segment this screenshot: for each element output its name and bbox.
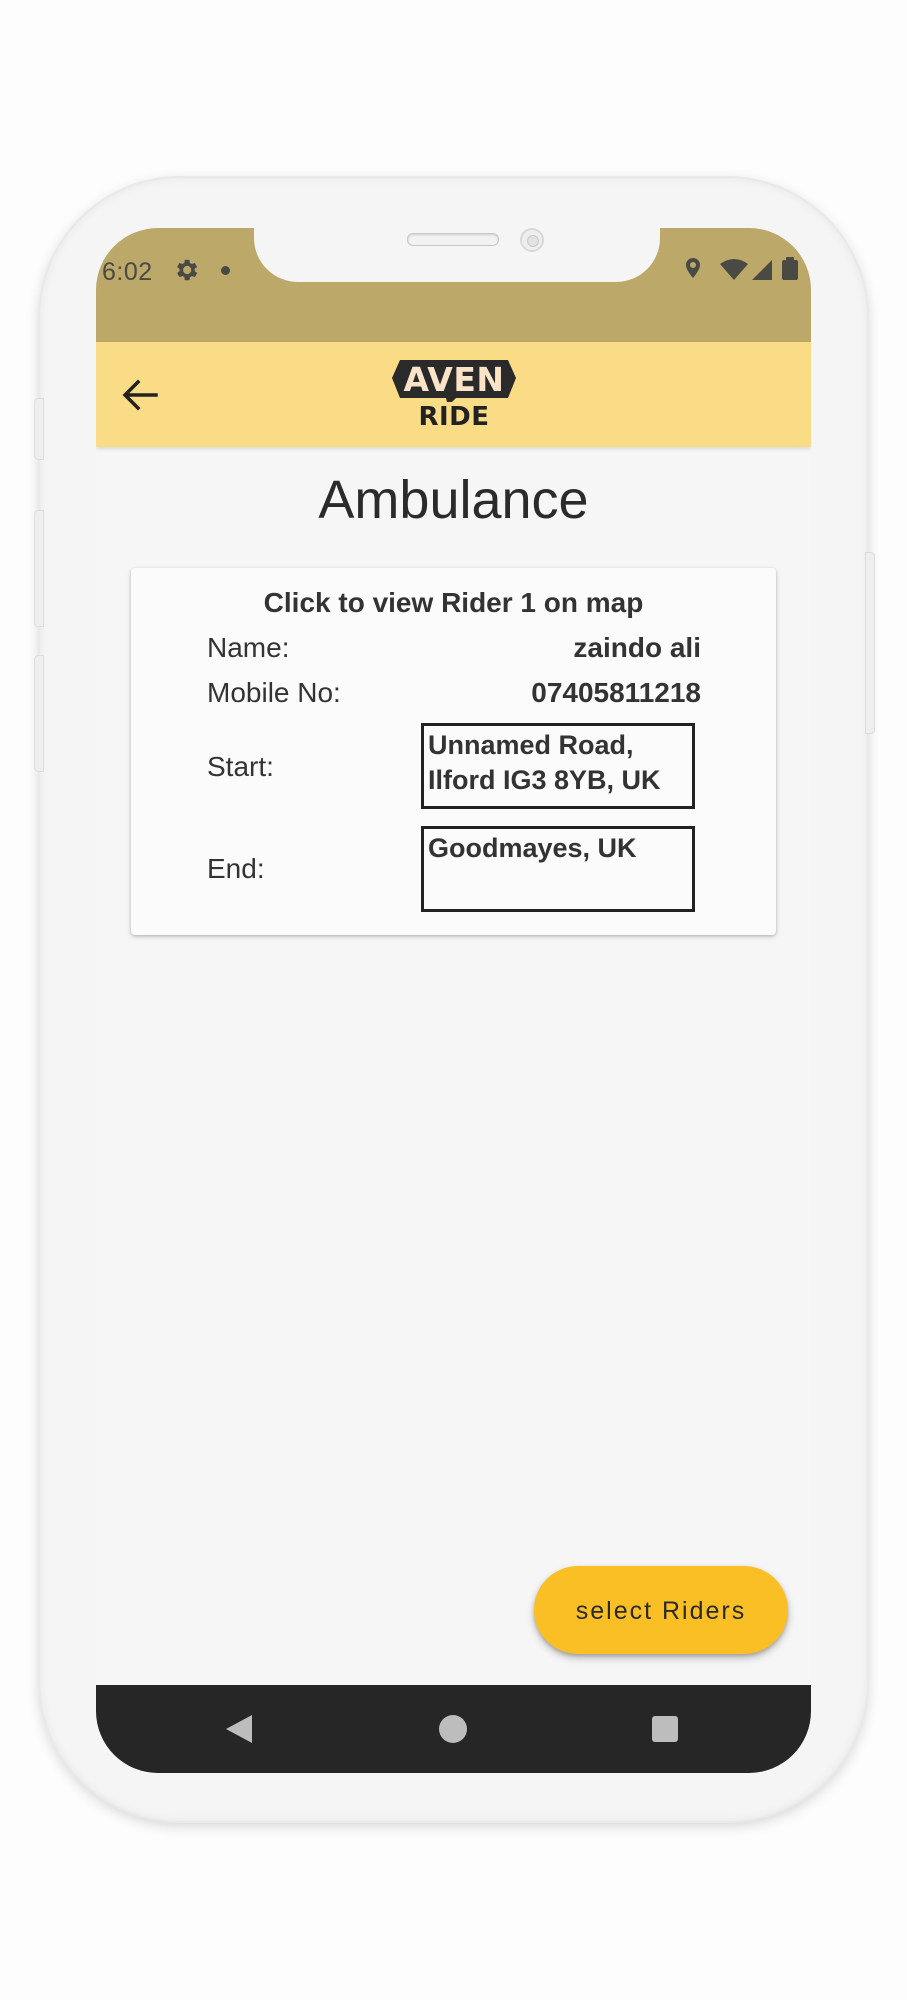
status-time: 6:02 bbox=[102, 258, 153, 286]
volume-down-button bbox=[34, 655, 44, 772]
aven-ride-logo: AVEN RIDE bbox=[390, 354, 520, 436]
mobile-label: Mobile No: bbox=[207, 677, 341, 708]
select-riders-button[interactable]: select Riders bbox=[534, 1566, 788, 1654]
status-bar: 6:02 bbox=[96, 228, 811, 342]
signal-icon bbox=[752, 260, 772, 280]
volume-up-button bbox=[34, 510, 44, 627]
battery-icon bbox=[782, 257, 798, 280]
triangle-back-icon[interactable] bbox=[222, 1711, 258, 1747]
app-bar: AVEN RIDE bbox=[96, 342, 811, 447]
square-recents-icon[interactable] bbox=[647, 1711, 683, 1747]
arrow-left-icon[interactable] bbox=[120, 378, 158, 412]
mute-switch bbox=[34, 398, 44, 460]
mobile-value: 07405811218 bbox=[531, 677, 701, 708]
start-address-box: Unnamed Road, Ilford IG3 8YB, UK bbox=[421, 723, 695, 809]
name-value: zaindo ali bbox=[573, 632, 701, 663]
system-nav-bar bbox=[96, 1685, 811, 1773]
front-camera bbox=[520, 228, 544, 252]
logo-bottom-text: RIDE bbox=[418, 402, 490, 432]
gear-icon bbox=[177, 259, 198, 281]
end-label: End: bbox=[207, 853, 265, 884]
end-address-box: Goodmayes, UK bbox=[421, 826, 695, 912]
phone-screen: 6:02 AVEN RIDE Ambulance Click to view R… bbox=[96, 228, 811, 1773]
status-icons bbox=[686, 257, 798, 280]
rider-card[interactable]: Click to view Rider 1 on map Name: zaind… bbox=[131, 568, 776, 935]
page-title: Ambulance bbox=[318, 470, 589, 530]
logo-top-text: AVEN bbox=[403, 360, 505, 399]
power-button bbox=[865, 552, 875, 734]
wifi-icon bbox=[720, 259, 748, 280]
start-label: Start: bbox=[207, 751, 274, 782]
notification-dot-icon bbox=[221, 266, 230, 275]
name-label: Name: bbox=[207, 632, 290, 663]
circle-home-icon[interactable] bbox=[435, 1711, 471, 1747]
location-pin-icon bbox=[686, 258, 700, 278]
rider-card-heading: Click to view Rider 1 on map bbox=[263, 587, 644, 618]
speaker-grille bbox=[407, 233, 499, 246]
